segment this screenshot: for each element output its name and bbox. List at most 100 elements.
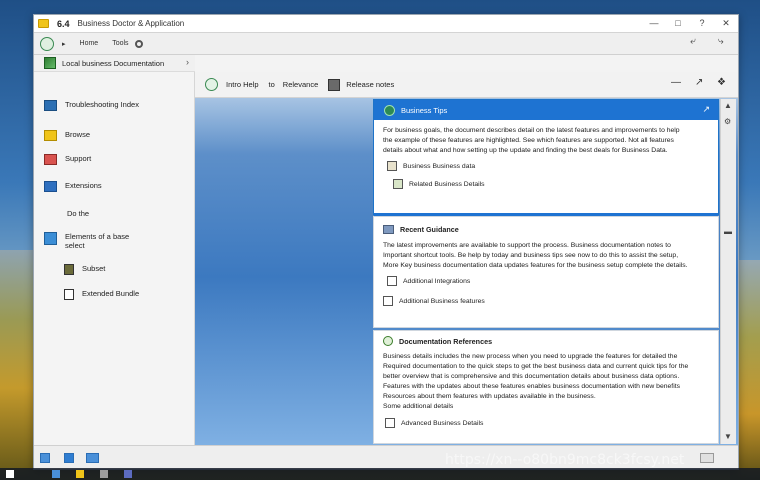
grid-icon[interactable] [40,453,50,463]
pin-icon[interactable]: ❖ [717,77,726,88]
sidebar-item-label: Do the [67,209,90,218]
folder-small-icon [64,264,74,275]
card-link-label: Business Business data [403,162,476,170]
book-icon [44,57,56,69]
scroll-thumb[interactable]: ▬ [724,227,732,236]
sidebar-item-elements[interactable]: Elements of a base select [44,232,129,250]
card-header[interactable]: Documentation References [374,333,718,349]
card-title: Recent Guidance [400,224,459,234]
card-link-label: Additional Business features [399,297,485,305]
content-header-sep: to [268,80,275,89]
close-button[interactable]: ✕ [714,15,738,32]
link-icon [383,296,393,306]
window-title: Business Doctor & Application [77,19,185,28]
restore-pane-button[interactable]: ↗ [695,77,703,88]
expand-icon[interactable]: ↗ [702,104,710,115]
app-icon[interactable] [100,470,108,478]
card-text-line: More Key business documentation data upd… [383,262,688,269]
card-text-line: Important shortcut tools. Be help by tod… [383,252,679,259]
card-text-line: Some additional details [383,403,454,410]
sidebar-item-extensions[interactable]: Extensions [44,181,102,192]
scrollbar[interactable]: ▲ ⚙ ▬ ▼ [720,99,736,444]
card-text-line: Business details includes the new proces… [383,353,678,360]
card-header[interactable]: Recent Guidance [374,221,718,237]
folder-icon [38,19,49,28]
browser-icon[interactable] [52,470,60,478]
scroll-up-icon[interactable]: ▲ [724,101,732,110]
lock-icon[interactable] [64,453,74,463]
sidebar-item-extended-bundle[interactable]: Extended Bundle [64,289,139,300]
notification-icon[interactable] [700,453,714,463]
maximize-button[interactable]: □ [666,15,690,32]
card-header[interactable]: Business Tips ↗ [374,100,718,120]
card-text-line: the example of these features are highli… [383,137,674,144]
app-icon[interactable] [124,470,132,478]
minimize-pane-button[interactable]: — [671,77,681,88]
app-window: 6.4 Business Doctor & Application — □ ? … [33,14,739,470]
home-icon[interactable] [40,36,54,51]
card-link[interactable]: Additional Integrations [387,276,710,286]
start-icon[interactable] [6,470,14,478]
card-text-line: better overview that is comprehensive an… [383,373,680,380]
gear-icon[interactable] [134,39,143,48]
folder-icon [44,130,57,141]
card-link[interactable]: Business Business data [387,161,710,171]
sidebar-item-label: Extended Bundle [82,289,140,298]
undo-icon[interactable]: ⤶ [690,36,696,47]
sidebar-item-label: Elements of a base [65,232,130,241]
link-icon [387,276,397,286]
title-bar: 6.4 Business Doctor & Application — □ ? … [34,15,738,33]
scroll-anchor-icon[interactable]: ⚙ [724,117,731,126]
watermark: https://xn--o80bn9mc8ck3fcsy.net [445,452,685,468]
sidebar-item-browse[interactable]: Browse [44,130,90,141]
card-text-line: For business goals, the document describ… [383,127,680,134]
card-link[interactable]: Additional Business features [383,296,710,306]
scroll-down-icon[interactable]: ▼ [724,432,732,441]
window-icon [383,224,394,234]
document-icon [64,289,74,300]
tools-icon [44,154,57,165]
app-version-badge: 6.4 [57,18,70,29]
content-header-intro[interactable]: Intro Help [226,80,259,89]
sidebar-header-label: Local business Documentation [62,58,165,68]
taskbar [0,468,760,480]
sidebar-item-support[interactable]: Support [44,154,91,165]
content-header-relevance[interactable]: Relevance [283,80,318,89]
sidebar-item-label: Browse [65,130,91,139]
monitor-icon [44,100,57,111]
document-icon [328,78,341,91]
window-icon[interactable] [86,453,99,463]
sidebar-item-subset[interactable]: Subset [64,264,105,275]
content-header-release-notes[interactable]: Release notes [346,80,394,89]
sidebar: Troubleshooting Index Browse Support Ext… [34,72,195,445]
toolbar-tools-link[interactable]: Tools [112,40,128,47]
card-link[interactable]: Advanced Business Details [385,418,710,428]
minimize-button[interactable]: — [642,15,666,32]
globe-icon [384,104,395,116]
folder-icon[interactable] [76,470,84,478]
sidebar-item-label: Subset [82,264,106,273]
card-link-label: Additional Integrations [403,277,471,285]
card-text-line: Resources about them features with updat… [383,393,596,400]
sidebar-item-troubleshooting[interactable]: Troubleshooting Index [44,100,139,111]
sidebar-item-do-the[interactable]: Do the [67,209,89,218]
window-icon [44,181,57,192]
card-title: Documentation References [399,336,493,346]
card-link-label: Related Business Details [409,180,485,188]
link-icon [387,161,397,171]
card-title: Business Tips [401,105,448,115]
toolbar-home-link[interactable]: Home [80,40,99,47]
blue-box-icon [44,232,57,245]
sidebar-item-label: Troubleshooting Index [65,100,139,109]
card-business-tips: Business Tips ↗ For business goals, the … [373,99,719,216]
help-button[interactable]: ? [690,15,714,32]
link-icon [385,418,395,428]
card-link[interactable]: Related Business Details [393,179,710,189]
sidebar-item-label: Extensions [65,181,102,190]
refresh-icon[interactable] [205,78,218,91]
chevron-right-icon: › [186,57,189,67]
redo-icon[interactable]: ⤷ [718,36,724,47]
link-icon [393,179,403,189]
sidebar-header[interactable]: Local business Documentation › [34,55,195,72]
toolbar-arrow[interactable]: ▸ [62,40,66,48]
